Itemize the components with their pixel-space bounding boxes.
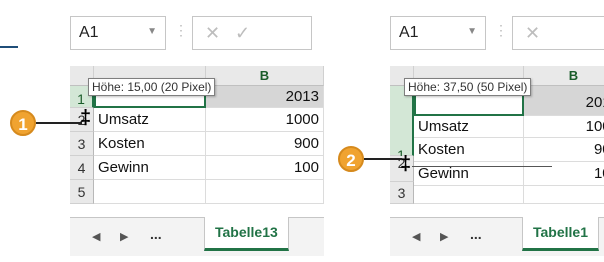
row-resize-cursor-icon: ‡ [400,153,412,175]
sheet-tab-bar: ◀ ▶ ... Tabelle13 [70,217,324,256]
row-header-5[interactable]: 5 [70,180,94,204]
sheet-tab-tabelle1[interactable]: Tabelle1 [522,217,599,251]
cell-a3[interactable]: Kosten [414,138,524,162]
excel-panel-right: A1 ▼ ⋮ ✕ B 1 2013 Umsatz 1000 2 Kosten 9… [382,0,604,262]
cancel-icon[interactable]: ✕ [205,23,220,44]
cell-b2[interactable]: 1000 [206,108,324,132]
row-height-tooltip: Höhe: 15,00 (20 Pixel) [88,78,216,96]
separator-icon: ⋮ [174,22,188,38]
row-header-4[interactable]: 4 [70,156,94,180]
callout-line-2 [364,158,402,160]
sheet-tab-tabelle13[interactable]: Tabelle13 [204,217,289,251]
cell-a5[interactable] [414,186,524,204]
more-sheets-button[interactable]: ... [150,226,162,242]
formula-buttons: ✕ [512,16,604,50]
row-height-tooltip: Höhe: 37,50 (50 Pixel) [404,78,532,96]
column-header-b[interactable]: B [206,66,324,86]
cell-b5[interactable] [524,186,604,204]
excel-panel-left: A1 ▼ ⋮ ✕ ✓ B 1 2013 2 Umsatz 1000 3 Kost… [62,0,324,262]
dropdown-icon[interactable]: ▼ [147,26,157,37]
next-sheet-icon[interactable]: ▶ [440,230,448,243]
name-box[interactable]: A1 ▼ [390,16,486,50]
prev-sheet-icon[interactable]: ◀ [92,230,100,243]
row-header-3[interactable]: 3 [390,182,414,204]
prev-sheet-icon[interactable]: ◀ [412,230,420,243]
callout-line-1 [36,122,82,124]
name-box-value: A1 [79,24,99,41]
cell-b2[interactable]: 1000 [524,116,604,138]
callout-badge-2: 2 [338,146,364,172]
sheet-tab-bar: ◀ ▶ ... Tabelle1 [390,217,604,256]
name-box-value: A1 [399,24,419,41]
cell-a5[interactable] [94,180,206,204]
name-box[interactable]: A1 ▼ [70,16,166,50]
drag-guide-line [412,166,552,167]
cell-a2[interactable]: Umsatz [414,116,524,138]
more-sheets-button[interactable]: ... [470,226,482,242]
next-sheet-icon[interactable]: ▶ [120,230,128,243]
cell-b3[interactable]: 900 [206,132,324,156]
cell-a4[interactable]: Gewinn [94,156,206,180]
row-header-1[interactable]: 1 [390,86,414,163]
cancel-icon[interactable]: ✕ [525,23,540,44]
row-header-3[interactable]: 3 [70,132,94,156]
cell-b5[interactable] [206,180,324,204]
column-header-b[interactable]: B [524,66,604,86]
confirm-icon[interactable]: ✓ [235,23,250,44]
cell-a2[interactable]: Umsatz [94,108,206,132]
decorative-dash [0,46,18,48]
separator-icon: ⋮ [494,22,508,38]
cell-b3[interactable]: 900 [524,138,604,162]
formula-buttons: ✕ ✓ [192,16,312,50]
dropdown-icon[interactable]: ▼ [467,26,477,37]
cell-b1[interactable]: 2013 [524,86,604,116]
cell-a3[interactable]: Kosten [94,132,206,156]
cell-b4[interactable]: 100 [206,156,324,180]
cell-b1[interactable]: 2013 [206,86,324,108]
row-resize-cursor-icon: ‡ [80,107,92,129]
callout-badge-1: 1 [10,110,36,136]
